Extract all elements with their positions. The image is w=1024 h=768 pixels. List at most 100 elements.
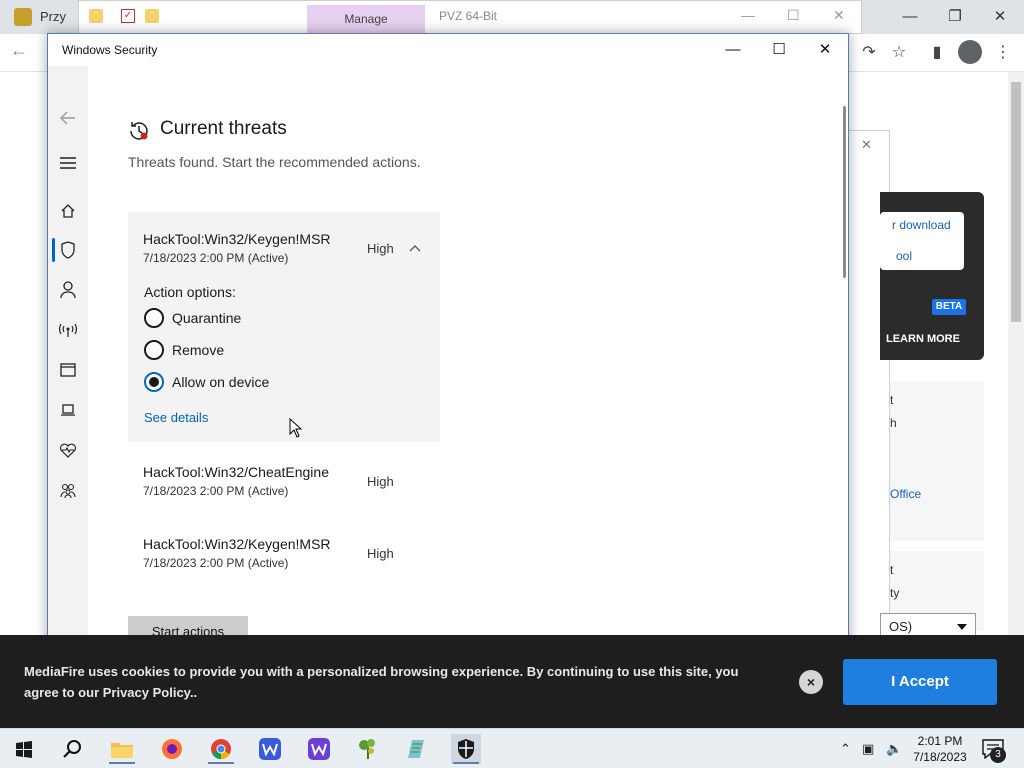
threat-severity: High [367, 241, 394, 256]
browser-menu-icon[interactable]: ⋮ [990, 40, 1016, 66]
bookmark-star-icon[interactable]: ☆ [886, 40, 912, 66]
cookie-message: MediaFire uses cookies to provide you wi… [24, 664, 739, 700]
app-w-icon[interactable] [255, 734, 285, 764]
chevron-down-icon [957, 624, 967, 630]
explorer-close-button[interactable]: ✕ [833, 7, 845, 24]
running-indicator [453, 762, 479, 764]
threat-severity: High [367, 546, 394, 561]
remove-radio[interactable] [144, 340, 164, 360]
tray-overflow-chevron-icon[interactable]: ⌃ [840, 741, 851, 757]
allow-on-device-radio[interactable] [144, 372, 164, 392]
threat-date: 7/18/2023 2:00 PM (Active) [143, 556, 289, 570]
chevron-up-icon[interactable] [409, 242, 421, 254]
windows-security-window: Windows Security — ☐ ✕ Current threats T… [47, 33, 849, 666]
quarantine-radio-label[interactable]: Quarantine [172, 310, 241, 326]
taskbar: ⌃ ▣ 🔈 2:01 PM 7/18/2023 3 [0, 728, 1024, 768]
tab-favicon-icon [14, 8, 32, 26]
cookie-close-button[interactable]: × [799, 670, 823, 694]
folder-icon[interactable] [89, 9, 103, 23]
back-arrow-icon[interactable] [56, 106, 80, 130]
window-title: Windows Security [62, 43, 158, 57]
browser-tab-title[interactable]: Przy [40, 9, 66, 24]
volume-muted-icon[interactable]: 🔈 [886, 741, 902, 757]
page-title: Current threats [160, 118, 287, 139]
home-icon[interactable] [56, 199, 80, 223]
page-scrollbar[interactable] [1008, 72, 1024, 728]
browser-close-button[interactable]: ✕ [980, 4, 1020, 30]
new-folder-icon[interactable] [145, 9, 159, 23]
accept-cookies-button[interactable]: I Accept [843, 659, 997, 705]
quarantine-radio[interactable] [144, 308, 164, 328]
threat-name[interactable]: HackTool:Win32/CheatEngine [143, 464, 329, 480]
explorer-window-title: PVZ 64-Bit [439, 9, 498, 23]
remove-radio-label[interactable]: Remove [172, 342, 224, 358]
firefox-icon[interactable] [157, 734, 187, 764]
cookie-banner: MediaFire uses cookies to provide you wi… [0, 635, 1024, 728]
threat-history-icon [130, 122, 148, 140]
share-icon[interactable]: ↷ [856, 40, 882, 66]
properties-check-icon[interactable]: ✓ [121, 9, 135, 23]
shield-icon[interactable] [56, 238, 80, 262]
promo-tool-link[interactable]: ool [896, 249, 912, 263]
notepad-icon[interactable] [402, 734, 432, 764]
browser-restore-button[interactable]: ❐ [935, 4, 975, 30]
close-button[interactable]: ✕ [802, 36, 848, 64]
network-icon[interactable]: ▣ [862, 741, 874, 757]
threat-severity: High [367, 474, 394, 489]
promo-download-link[interactable]: r download [892, 218, 951, 232]
beta-badge: BETA [932, 299, 966, 315]
manage-ribbon-tab[interactable]: Manage [307, 5, 425, 33]
file-explorer-window: ✓ Manage PVZ 64-Bit — ☐ ✕ [78, 0, 862, 34]
clock-time[interactable]: 2:01 PM [914, 734, 966, 748]
browser-minimize-button[interactable]: — [890, 4, 930, 30]
threat-date: 7/18/2023 2:00 PM (Active) [143, 484, 289, 498]
threat-name[interactable]: HackTool:Win32/Keygen!MSR [143, 536, 331, 552]
info-card-fragment: t [890, 563, 894, 577]
minimize-button[interactable]: — [710, 36, 756, 64]
search-icon[interactable] [57, 734, 87, 764]
popup-close-icon[interactable]: ✕ [861, 137, 872, 153]
navigation-sidebar [48, 66, 88, 665]
threat-date: 7/18/2023 2:00 PM (Active) [143, 251, 289, 265]
content-scrollbar[interactable] [843, 106, 846, 278]
info-card-fragment: h [890, 416, 897, 430]
windows-start-icon[interactable] [9, 734, 39, 764]
running-indicator [208, 762, 234, 764]
window-titlebar: Windows Security — ☐ ✕ [48, 34, 848, 66]
windows-security-icon[interactable] [451, 734, 481, 764]
info-card [890, 381, 984, 541]
clock-date[interactable]: 7/18/2023 [910, 750, 970, 764]
wifi-antenna-icon[interactable] [56, 318, 80, 342]
allow-on-device-radio-label[interactable]: Allow on device [172, 374, 269, 390]
office-link[interactable]: Office [890, 487, 921, 501]
os-select-value: OS) [889, 619, 913, 634]
hamburger-menu-icon[interactable] [56, 151, 80, 175]
file-explorer-icon[interactable] [107, 734, 137, 764]
app-browser-icon[interactable] [56, 358, 80, 382]
maximize-button[interactable]: ☐ [756, 36, 802, 64]
threat-name[interactable]: HackTool:Win32/Keygen!MSR [143, 231, 331, 247]
page-subtitle: Threats found. Start the recommended act… [128, 154, 421, 170]
browser-back-icon[interactable]: ← [10, 40, 28, 61]
active-nav-indicator [52, 238, 55, 262]
learn-more-button[interactable]: LEARN MORE [886, 333, 960, 345]
info-card-fragment: t [890, 393, 894, 407]
profile-avatar-icon[interactable] [958, 40, 982, 64]
chrome-icon[interactable] [206, 734, 236, 764]
family-icon[interactable] [56, 479, 80, 503]
plant-game-icon[interactable] [353, 734, 383, 764]
sidebar-panel-icon[interactable]: ▮ [924, 40, 950, 66]
mouse-cursor-icon [289, 418, 303, 438]
heart-health-icon[interactable] [56, 438, 80, 462]
person-icon[interactable] [56, 278, 80, 302]
page-scrollbar-thumb[interactable] [1011, 82, 1021, 322]
see-details-link[interactable]: See details [144, 410, 208, 425]
running-indicator [109, 762, 135, 764]
explorer-minimize-button[interactable]: — [741, 7, 755, 23]
explorer-maximize-button[interactable]: ☐ [787, 7, 800, 24]
laptop-icon[interactable] [56, 398, 80, 422]
app-w-purple-icon[interactable] [304, 734, 334, 764]
notification-count-badge: 3 [990, 747, 1006, 763]
action-options-label: Action options: [144, 284, 236, 300]
info-card-fragment: ty [890, 586, 900, 600]
